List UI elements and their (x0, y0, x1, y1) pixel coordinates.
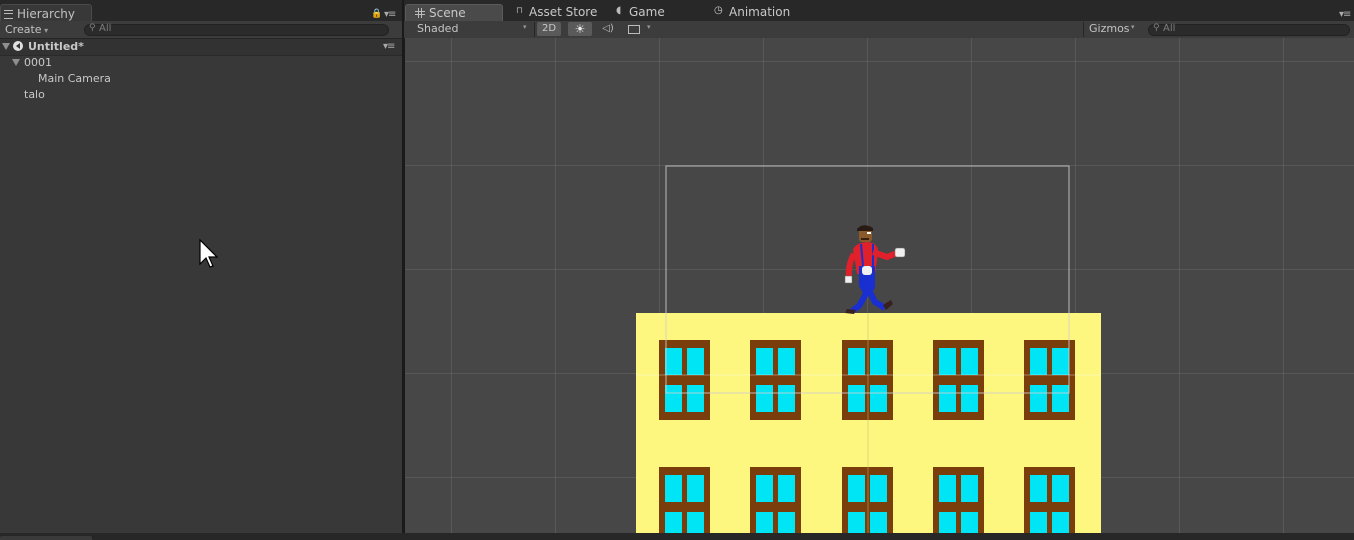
building-window (933, 340, 984, 420)
scene-search-placeholder: All (1163, 23, 1176, 34)
tab-asset-store[interactable]: ⊓ Asset Store (512, 4, 610, 21)
mouse-cursor-icon (199, 238, 219, 268)
effects-dropdown[interactable]: ▾ (624, 22, 654, 36)
hierarchy-item-talo[interactable]: talo (24, 88, 45, 101)
building-window (659, 340, 710, 420)
building-window (659, 467, 710, 533)
grid-icon (415, 8, 425, 18)
search-icon: ⚲ (89, 23, 96, 33)
building-window (750, 467, 801, 533)
tab-asset-store-label: Asset Store (529, 5, 598, 19)
create-button[interactable]: Create ▾ (5, 23, 48, 36)
hierarchy-item-main-camera[interactable]: Main Camera (38, 72, 111, 85)
draw-mode-label: Shaded (417, 22, 459, 35)
scene-menu-icon[interactable]: ▾≡ (383, 41, 395, 52)
status-bar (0, 533, 1354, 540)
bottom-panel-tab[interactable] (0, 536, 92, 540)
tab-scene-label: Scene (429, 6, 466, 20)
tab-game[interactable]: ◖ Game (612, 4, 702, 21)
draw-mode-dropdown[interactable]: Shaded ▾ (417, 22, 529, 36)
panel-menu-icon[interactable]: ▾≡ (384, 9, 396, 20)
lock-icon[interactable]: 🔒 (371, 9, 382, 19)
building-window (750, 340, 801, 420)
chevron-down-icon: ▾ (1131, 23, 1135, 31)
hierarchy-list-icon (4, 10, 13, 19)
tab-hierarchy[interactable]: Hierarchy (0, 4, 92, 21)
gizmos-dropdown[interactable]: Gizmos ▾ (1089, 22, 1143, 36)
building-window (933, 467, 984, 533)
scene-foldout-arrow[interactable] (2, 43, 10, 50)
scene-search-input[interactable]: ⚲ All (1148, 23, 1350, 36)
clock-icon: ◷ (714, 5, 723, 16)
toolbar-separator (534, 22, 535, 37)
scene-canvas (636, 165, 1101, 533)
toolbar-separator (1083, 22, 1084, 37)
create-button-label: Create (5, 23, 42, 36)
scene-panel-menu-icon[interactable]: ▾≡ (1339, 9, 1351, 20)
chevron-down-icon: ▾ (647, 23, 651, 31)
hierarchy-search-input[interactable]: ⚲ All (84, 23, 389, 36)
shopping-bag-icon: ⊓ (516, 6, 524, 16)
chevron-down-icon: ▾ (523, 23, 527, 31)
toggle-2d-button[interactable]: 2D (537, 22, 561, 36)
hierarchy-item-0001[interactable]: 0001 (24, 56, 52, 69)
tab-animation-label: Animation (729, 5, 791, 19)
gizmos-label: Gizmos (1089, 22, 1130, 35)
tab-game-label: Game (629, 5, 665, 19)
pacman-icon: ◖ (616, 5, 622, 16)
foldout-0001-arrow[interactable] (12, 59, 20, 66)
building-window (1024, 467, 1075, 533)
lighting-toggle-sun-icon[interactable]: ☀ (568, 22, 592, 36)
building-window (1024, 340, 1075, 420)
search-icon: ⚲ (1153, 23, 1160, 33)
scene-name: Untitled* (28, 40, 84, 53)
unity-scene-icon (13, 41, 23, 51)
audio-toggle-speaker-icon[interactable]: ◁) (598, 22, 618, 36)
hierarchy-search-placeholder: All (99, 23, 112, 34)
tab-scene[interactable]: Scene (405, 4, 503, 21)
scene-viewport[interactable] (405, 38, 1354, 533)
character-sprite (844, 225, 906, 314)
tab-hierarchy-label: Hierarchy (17, 7, 76, 21)
image-effects-icon (628, 25, 640, 34)
tab-animation[interactable]: ◷ Animation (712, 4, 812, 21)
